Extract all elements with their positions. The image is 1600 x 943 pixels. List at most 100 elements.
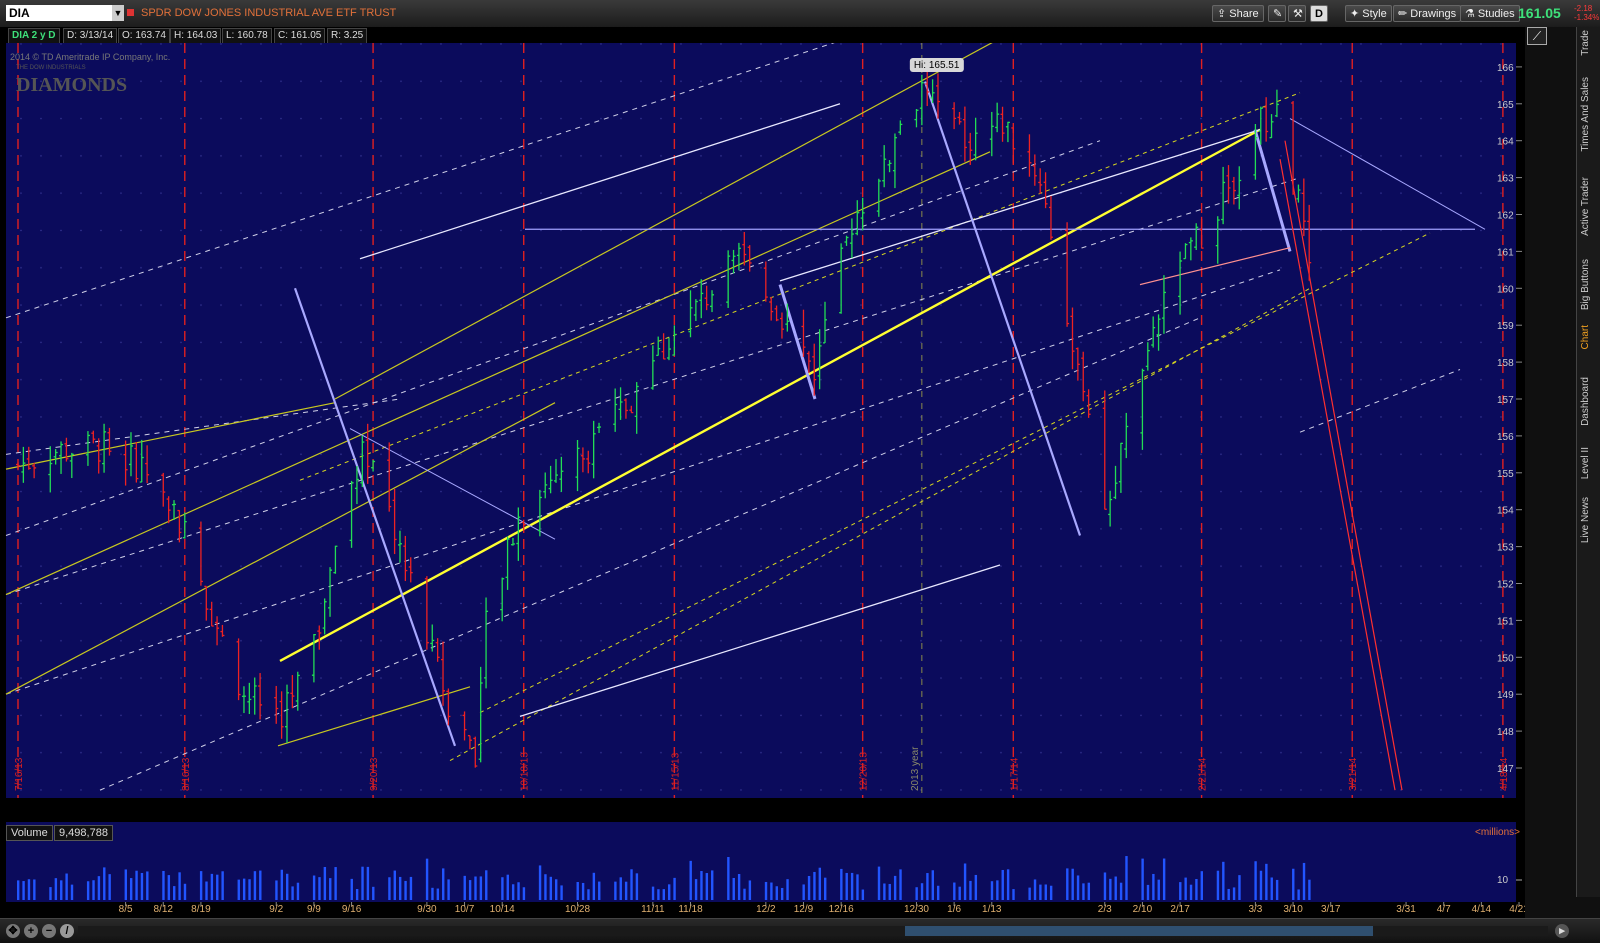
volume-bar (221, 871, 224, 900)
volume-bar (845, 872, 848, 900)
price-chart[interactable]: 7/16/13 8/16/13 9/20/13 10/18/13 11/15/13 12/… (0, 43, 1525, 816)
x-tick-label: 10/28 (565, 904, 590, 912)
share-button[interactable]: ⇪ Share (1212, 5, 1264, 22)
scroll-right-icon[interactable]: ▸ (1555, 924, 1569, 938)
volume-bar (802, 884, 805, 900)
side-tab-times-and-sales[interactable]: Times And Sales (1580, 77, 1596, 152)
change-pct: -1.34% (1574, 13, 1600, 22)
volume-bar (404, 880, 407, 900)
x-tick-label: 3/3 (1248, 904, 1262, 912)
volume-bar (173, 886, 176, 900)
volume-bar (162, 870, 165, 900)
volume-bar (711, 870, 714, 900)
side-tab-chart[interactable]: Chart (1580, 325, 1596, 349)
y-tick-label: 150 (1497, 653, 1514, 664)
wrench-icon[interactable]: ⚒ (1288, 5, 1306, 22)
volume-bar (205, 881, 208, 900)
svg-text:Hi: 165.51: Hi: 165.51 (914, 60, 960, 71)
volume-unit: <millions> (1475, 827, 1521, 838)
volume-bar (598, 881, 601, 900)
info-high: H: 164.03 (170, 28, 222, 44)
volume-bar (1071, 868, 1074, 900)
volume-bar (1254, 861, 1257, 900)
studies-icon: ⚗ (1465, 8, 1478, 20)
y-tick-label: 158 (1497, 358, 1514, 369)
volume-bar (54, 878, 58, 900)
volume-bar (1227, 888, 1230, 900)
volume-bar (764, 881, 768, 900)
side-tab-dashboard[interactable]: Dashboard (1580, 377, 1596, 426)
volume-bar (544, 874, 547, 900)
side-tab-level-ii[interactable]: Level II (1580, 447, 1596, 479)
volume-bar (286, 873, 289, 900)
line-tool-icon[interactable]: / (60, 924, 74, 938)
volume-bar (291, 886, 294, 900)
studies-button[interactable]: ⚗ Studies (1460, 5, 1520, 22)
volume-bar (1146, 884, 1150, 900)
volume-bar (581, 882, 585, 900)
y-tick-label: 156 (1497, 432, 1514, 443)
volume-bar (1297, 889, 1300, 900)
year-marker-label: 2013 year (910, 746, 921, 791)
zoom-out-icon[interactable]: − (42, 924, 56, 938)
volume-bar (393, 870, 396, 900)
volume-bar (27, 879, 31, 900)
volume-tick-label: 10 (1497, 875, 1509, 886)
period-button[interactable]: D (1310, 5, 1328, 22)
side-tab-big-buttons[interactable]: Big Buttons (1580, 259, 1596, 310)
drawing-tool-icon[interactable]: ⟋ (1527, 27, 1547, 45)
side-tabs: Trade Times And Sales Active Trader Big But… (1576, 27, 1600, 897)
volume-bar (447, 879, 450, 900)
volume-bar (361, 866, 364, 900)
volume-bar (619, 877, 622, 900)
tools-icon[interactable]: ✎ (1268, 5, 1286, 22)
symbol-period[interactable]: DIA 2 y D (8, 28, 60, 44)
volume-bar (1082, 883, 1085, 900)
volume-bar (856, 874, 859, 900)
volume-bar (624, 881, 628, 900)
volume-bar (657, 889, 660, 900)
y-tick-label: 161 (1497, 247, 1514, 258)
y-tick-label: 148 (1497, 727, 1514, 738)
volume-bar (1270, 877, 1273, 900)
side-tab-trade[interactable]: Trade (1580, 30, 1596, 56)
month-marker-label: 10/18/13 (520, 752, 531, 791)
top-toolbar: DIA ▼ SPDR DOW JONES INDUSTRIAL AVE ETF … (0, 0, 1600, 28)
volume-bar (1125, 856, 1128, 900)
x-tick-label: 8/19 (191, 904, 211, 912)
pan-icon[interactable]: ✥ (6, 924, 20, 938)
volume-bar (183, 883, 187, 900)
volume-bar (92, 880, 95, 900)
volume-bar (931, 870, 934, 900)
symbol-input[interactable]: DIA (6, 5, 112, 21)
change-abs: -2.18 (1574, 4, 1593, 13)
symbol-dropdown-icon[interactable]: ▼ (112, 5, 124, 21)
volume-bar (1012, 889, 1015, 900)
volume-bar (140, 872, 144, 900)
volume-bar (103, 867, 106, 900)
side-tab-active-trader[interactable]: Active Trader (1580, 177, 1596, 236)
zoom-in-icon[interactable]: + (24, 924, 38, 938)
scrollbar-thumb[interactable] (905, 926, 1373, 936)
x-tick-label: 12/9 (794, 904, 814, 912)
volume-bar (506, 874, 509, 900)
y-tick-label: 157 (1497, 395, 1514, 406)
volume-bar (463, 875, 466, 900)
side-tab-live-news[interactable]: Live News (1580, 497, 1596, 543)
x-tick-label: 2/10 (1133, 904, 1153, 912)
style-button[interactable]: ✦ Style (1345, 5, 1392, 22)
bottom-bar: ✥ + − / ▸ (0, 918, 1600, 943)
x-tick-label: 1/13 (982, 904, 1002, 912)
chart-grid (6, 43, 1516, 798)
volume-bar (667, 884, 671, 900)
volume-bar (372, 886, 375, 900)
drawings-label: Drawings (1410, 8, 1457, 20)
volume-bar (216, 874, 219, 900)
volume-bar (630, 869, 633, 900)
month-marker-label: 1/17/14 (1009, 757, 1020, 791)
volume-bar (329, 878, 332, 900)
drawings-button[interactable]: ✏ Drawings (1393, 5, 1462, 22)
volume-bar (436, 888, 440, 900)
volume-bar (883, 883, 886, 900)
volume-bar (1259, 870, 1263, 900)
